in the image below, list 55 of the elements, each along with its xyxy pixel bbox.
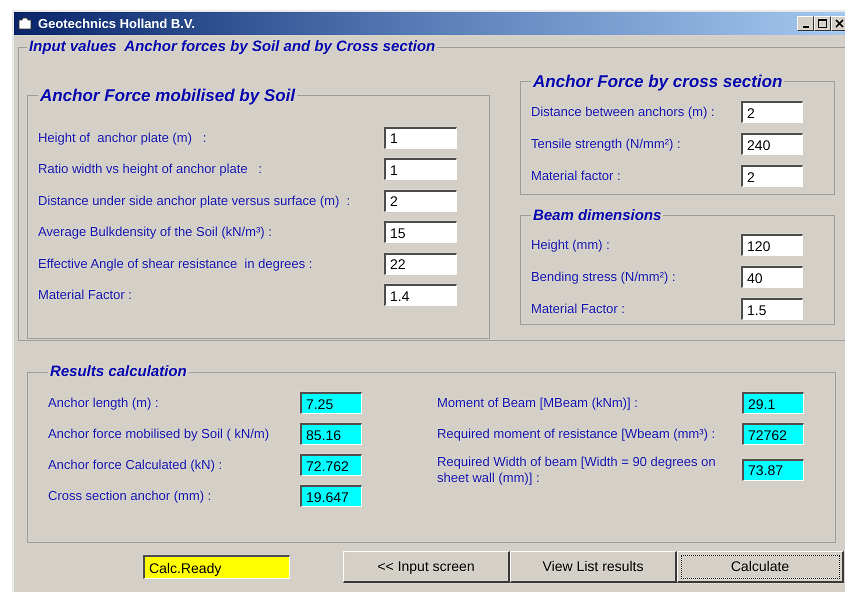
field-label: Average Bulkdensity of the Soil (kN/m³) : (38, 224, 273, 240)
result-field[interactable]: 85.16 (300, 423, 362, 445)
input-field[interactable]: 22 (384, 252, 457, 275)
field-label: Moment of Beam [MBeam (kNm)] : (437, 395, 639, 411)
maximize-button[interactable] (814, 16, 831, 31)
field-label: Bending stress (N/mm²) : (531, 269, 676, 285)
input-field[interactable]: 2 (384, 190, 457, 212)
field-label: Distance between anchors (m) : (531, 104, 716, 120)
input-field[interactable]: 40 (741, 266, 803, 288)
field-label: Height of anchor plate (m) : (38, 130, 208, 146)
result-field[interactable]: 19.647 (300, 485, 362, 507)
input-field[interactable]: 1.4 (384, 284, 457, 306)
field-label: Height (mm) : (531, 237, 611, 253)
result-field[interactable]: 7.25 (300, 392, 362, 414)
field-label: Required moment of resistance [Wbeam (mm³) : (437, 426, 716, 442)
field-label: Ratio width vs height of anchor plate : (38, 161, 264, 178)
maximize-icon (818, 19, 827, 28)
input-field[interactable]: 240 (741, 133, 803, 155)
result-field[interactable]: 73.87 (742, 458, 804, 480)
field-label: Anchor force Calculated (kN) : (48, 457, 224, 473)
input-field[interactable]: 120 (741, 234, 803, 256)
group-title: Results calculation (49, 362, 188, 382)
input-field[interactable]: 1 (384, 126, 457, 149)
action-button[interactable]: Calculate (677, 551, 844, 583)
field-label: Material factor : (531, 168, 622, 184)
field-label: Tensile strength (N/mm²) : (531, 136, 682, 152)
result-field[interactable]: 29.1 (742, 392, 804, 414)
group-title: Beam dimensions (532, 206, 662, 226)
field-label: Distance under side anchor plate versus surface (m) : (38, 192, 352, 209)
result-field[interactable]: 72.762 (300, 454, 362, 476)
field-label: Anchor length (m) : (48, 395, 160, 411)
input-field[interactable]: 15 (384, 221, 457, 244)
input-field[interactable]: 2 (741, 101, 803, 123)
input-field[interactable]: 1 (384, 158, 457, 180)
input-field[interactable]: 2 (741, 165, 803, 187)
field-label: Anchor force mobilised by Soil ( kN/m) (48, 426, 270, 442)
input-field[interactable]: 1.5 (741, 298, 803, 320)
status-field[interactable]: Calc.Ready (143, 555, 290, 579)
action-button[interactable]: << Input screen (343, 551, 510, 583)
field-label: Material Factor : (531, 301, 626, 317)
field-label: Material Factor : (38, 287, 133, 304)
close-icon (835, 19, 844, 28)
close-button[interactable] (831, 16, 845, 31)
app-icon (18, 16, 32, 30)
field-label: Required Width of beam [Width = 90 degrees on sheet wall (mm)] : (437, 454, 717, 486)
minimize-button[interactable] (797, 16, 814, 31)
group-title: Input values Anchor forces by Soil and by Cross section (28, 37, 436, 57)
result-field[interactable]: 72762 (742, 423, 804, 445)
group-title: Anchor Force mobilised by Soil (38, 84, 296, 106)
field-label: Effective Angle of shear resistance in degrees : (38, 256, 314, 272)
window-title: Geotechnics Holland B.V. (38, 14, 196, 33)
minimize-icon (802, 26, 808, 28)
group-title: Anchor Force by cross section (532, 70, 784, 92)
field-label: Cross section anchor (mm) : (48, 488, 212, 504)
action-button[interactable]: View List results (510, 551, 677, 583)
